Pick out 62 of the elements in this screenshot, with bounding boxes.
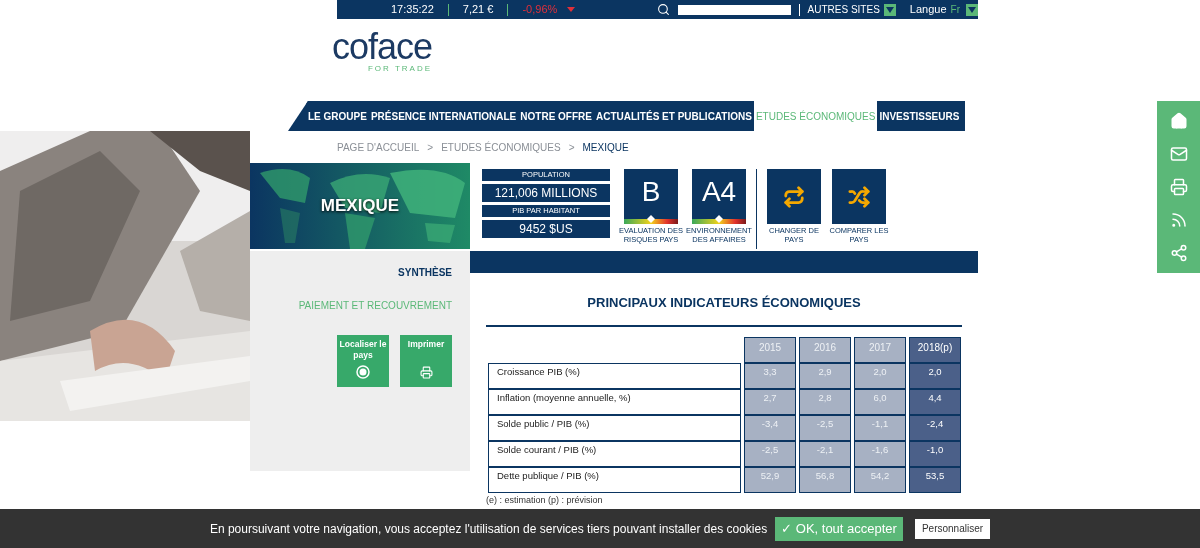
- compare-countries-button[interactable]: [832, 169, 886, 224]
- table-cell: 2,0: [909, 362, 961, 389]
- column-header: 2018(p): [909, 336, 961, 363]
- table-cell: -1,0: [909, 440, 961, 467]
- table-cell: 6,0: [854, 388, 906, 415]
- shuffle-icon: [848, 185, 870, 208]
- printer-icon: [419, 366, 433, 379]
- stat-value: 9452 $US: [482, 220, 610, 238]
- table-cell: 52,9: [744, 466, 796, 493]
- side-menu-item[interactable]: SYNTHÈSE: [398, 265, 452, 280]
- rating-scale-drawing: [624, 214, 678, 224]
- column-header: 2017: [854, 336, 906, 363]
- row-label: Solde courant / PIB (%): [488, 440, 741, 467]
- table-cell: -2,5: [744, 440, 796, 467]
- column-header: 2016: [799, 336, 851, 363]
- row-label: Solde public / PIB (%): [488, 414, 741, 441]
- dropdown-icon[interactable]: [883, 3, 896, 16]
- table-cell: 54,2: [854, 466, 906, 493]
- table-cell: 4,4: [909, 388, 961, 415]
- down-triangle-icon: [567, 7, 576, 12]
- column-header: 2015: [744, 336, 796, 363]
- table-cell: -2,4: [909, 414, 961, 441]
- table-cell: 3,3: [744, 362, 796, 389]
- price-change: -0,96%: [522, 2, 558, 18]
- logo[interactable]: coface FOR TRADE: [300, 31, 432, 71]
- table-cell: -2,5: [799, 414, 851, 441]
- country-name: MEXIQUE: [320, 195, 400, 218]
- search-field[interactable]: [677, 4, 791, 15]
- cookie-message: En poursuivant votre navigation, vous acceptez l'utilisation de services tiers pouvant installer des cookies: [209, 520, 768, 538]
- table-cell: 2,9: [799, 362, 851, 389]
- table-cell: -1,1: [854, 414, 906, 441]
- share-price: 7,21 €: [462, 2, 494, 18]
- table-cell: -1,6: [854, 440, 906, 467]
- rating-tile: B: [624, 169, 678, 224]
- row-label: Croissance PIB (%): [488, 362, 741, 389]
- table-cell: 2,8: [799, 388, 851, 415]
- clock: 17:35:22: [391, 2, 434, 18]
- customize-button[interactable]: Personnaliser: [914, 518, 991, 539]
- table-cell: -3,4: [744, 414, 796, 441]
- table-cell: 2,0: [854, 362, 906, 389]
- dropdown-icon[interactable]: [966, 3, 978, 16]
- target-icon: [356, 365, 370, 379]
- table-note: (e) : estimation (p) : prévision: [486, 493, 604, 507]
- breadcrumb-separator: >: [568, 140, 575, 155]
- row-label: Dette publique / PIB (%): [488, 466, 741, 493]
- change-country-button[interactable]: [767, 169, 821, 224]
- language-label[interactable]: Langue: [909, 1, 947, 18]
- breadcrumb-separator: >: [427, 140, 434, 155]
- table-cell: 56,8: [799, 466, 851, 493]
- rating-tile: A4: [692, 169, 746, 224]
- row-label: Inflation (moyenne annuelle, %): [488, 388, 741, 415]
- search-icon[interactable]: [656, 3, 670, 16]
- repeat-icon: [783, 185, 805, 208]
- table-cell: 53,5: [909, 466, 961, 493]
- language-value[interactable]: Fr: [950, 2, 960, 17]
- table-title: PRINCIPAUX INDICATEURS ÉCONOMIQUES: [486, 293, 962, 327]
- table-cell: -2,1: [799, 440, 851, 467]
- other-sites-link[interactable]: AUTRES SITES: [807, 2, 880, 17]
- breadcrumb-current: MEXIQUE: [582, 140, 629, 155]
- stat-value: 121,006 MILLIONS: [482, 184, 610, 202]
- table-cell: 2,7: [744, 388, 796, 415]
- rating-scale-drawing: [692, 214, 746, 224]
